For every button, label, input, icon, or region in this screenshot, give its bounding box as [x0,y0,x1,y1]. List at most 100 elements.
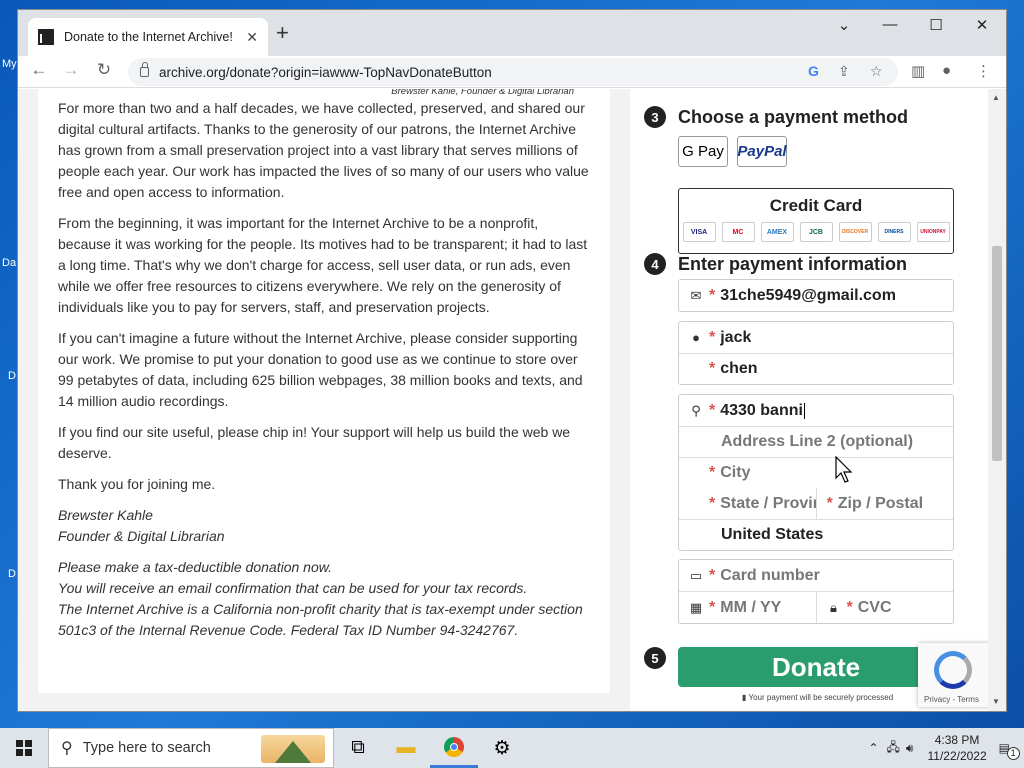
desktop-icon-label[interactable]: D [8,370,16,382]
recaptcha-badge[interactable]: Privacy - Terms [918,643,990,707]
clock[interactable]: 4:38 PM 11/22/2022 [927,732,986,764]
menu-kebab-icon[interactable]: ⋮ [976,62,991,80]
step-number: 5 [644,647,666,669]
secure-text: Your payment will be securely processed [748,693,894,702]
required-mark: * [709,328,716,346]
google-pay-button[interactable]: G Pay [678,136,728,167]
state-field[interactable]: *State / Province [679,488,816,519]
city-field[interactable]: * City [679,457,953,488]
clock-date: 11/22/2022 [927,749,987,763]
paypal-button[interactable]: PayPal [737,136,787,167]
letter-paragraph: If you find our site useful, please chip… [58,424,571,461]
credit-card-icon: ▭ [689,567,703,583]
unionpay-icon: UNIONPAY [916,222,950,242]
card-number-placeholder: Card number [720,566,820,584]
scroll-up-arrow-icon[interactable]: ▲ [992,93,1000,102]
last-name-value: chen [720,360,758,377]
card-logos: VISA MC AMEX JCB DISCOVER DINERS UNIONPA… [679,222,953,242]
address-line2-field[interactable]: Address Line 2 (optional) [679,426,953,457]
required-mark: * [846,598,853,616]
country-select[interactable]: United States [679,519,953,550]
desktop-icon-label[interactable]: D [8,568,16,580]
email-field[interactable]: ✉ * 31che5949@gmail.com [679,280,953,311]
cvc-field[interactable]: 🔒︎ * CVC [815,592,954,623]
volume-icon[interactable]: 🔊︎ [906,741,914,756]
step-label: Choose a payment method [678,106,909,127]
notification-count: 1 [1006,747,1020,760]
taskbar-search-box[interactable]: ⚲ Type here to search [48,728,334,768]
tab-title: Donate to the Internet Archive! [64,30,233,44]
page-scrollbar[interactable]: ▲ ▼ [988,89,1006,711]
share-icon[interactable]: ⇪ [838,63,850,80]
required-mark: * [709,566,716,584]
tab-close-icon[interactable]: ✕ [246,29,258,46]
chrome-icon [444,736,464,757]
start-button[interactable] [0,728,48,768]
step-number: 4 [644,253,666,275]
visa-icon: VISA [682,222,716,242]
desktop-icon-label[interactable]: My [2,58,17,70]
minimize-button[interactable]: — [870,16,910,33]
recaptcha-links[interactable]: Privacy - Terms [924,695,979,704]
task-view-button[interactable]: ⧉ [334,728,382,768]
browser-toolbar: ← → ↻ archive.org/donate?origin=iawww-To… [18,56,1006,88]
notification-icon[interactable]: ▤ 1 [999,741,1020,760]
required-mark: * [709,598,716,616]
donate-button[interactable]: Donate [678,647,954,687]
side-panel-icon[interactable]: ▥ [911,62,925,80]
tax-note: The Internet Archive is a California non… [58,601,583,638]
scroll-down-arrow-icon[interactable]: ▼ [992,697,1000,706]
search-placeholder: Type here to search [82,740,211,756]
state-placeholder: State / Province [720,494,815,512]
mastercard-icon: MC [721,222,755,242]
task-view-icon: ⧉ [351,737,365,758]
email-group: ✉ * 31che5949@gmail.com [678,279,954,312]
address1-value: 4330 banni [720,401,803,419]
file-explorer-button[interactable]: ▬ [382,728,430,768]
card-number-field[interactable]: ▭ * Card number [679,560,953,591]
back-button[interactable]: ← [26,60,52,80]
recaptcha-logo-icon [934,651,972,689]
cvc-placeholder: CVC [857,598,892,616]
network-icon[interactable]: 🖧︎ [887,738,900,759]
zip-placeholder: Zip / Postal [837,494,924,512]
gpay-label: G Pay [682,143,724,160]
letter-paragraph: For more than two and a half decades, we… [58,100,589,200]
secure-note: ▮ Your payment will be securely processe… [742,693,894,702]
archive-favicon-icon [38,29,56,45]
address-line1-field[interactable]: ⚲ * 4330 banni [679,395,953,426]
credit-card-option[interactable]: Credit Card VISA MC AMEX JCB DISCOVER DI… [678,188,954,254]
address2-placeholder: Address Line 2 (optional) [721,433,914,450]
tab-search-icon[interactable]: ⌄ [824,16,864,34]
profile-avatar-icon[interactable]: ● [942,62,951,79]
donate-label: Donate [771,651,861,682]
reload-button[interactable]: ↻ [91,60,117,80]
new-tab-button[interactable]: + [276,22,289,44]
url-text[interactable]: archive.org/donate?origin=iawww-TopNavDo… [159,65,492,80]
email-value: 31che5949@gmail.com [720,286,896,304]
gear-icon: ⚙ [493,737,511,759]
search-highlight-image [261,735,325,763]
required-mark: * [709,494,716,512]
zip-field[interactable]: * Zip / Postal [815,488,954,519]
letter-paragraph: From the beginning, it was important for… [58,215,588,315]
scrollbar-thumb[interactable] [992,246,1002,461]
settings-taskbar-button[interactable]: ⚙ [478,728,526,768]
required-mark: * [709,286,716,304]
close-window-button[interactable]: ✕ [962,16,1002,34]
last-name-field[interactable]: * chen [679,353,953,384]
lock-icon[interactable] [140,62,149,77]
desktop-icon-label[interactable]: Da [2,257,16,269]
maximize-button[interactable]: ☐ [916,16,956,34]
first-name-field[interactable]: ● * jack [679,322,953,353]
step-label: Enter payment information [678,253,908,274]
forward-button[interactable]: → [58,60,84,80]
chrome-taskbar-button[interactable] [430,728,478,768]
browser-tab[interactable]: Donate to the Internet Archive! ✕ [28,18,268,56]
google-translate-icon[interactable]: G [808,63,819,79]
location-pin-icon: ⚲ [691,402,701,418]
chevron-up-icon[interactable]: ⌃ [868,741,878,755]
expiry-field[interactable]: ▦ * MM / YY [679,592,816,623]
address-bar[interactable]: archive.org/donate?origin=iawww-TopNavDo… [128,58,898,86]
bookmark-star-icon[interactable]: ☆ [870,63,883,80]
